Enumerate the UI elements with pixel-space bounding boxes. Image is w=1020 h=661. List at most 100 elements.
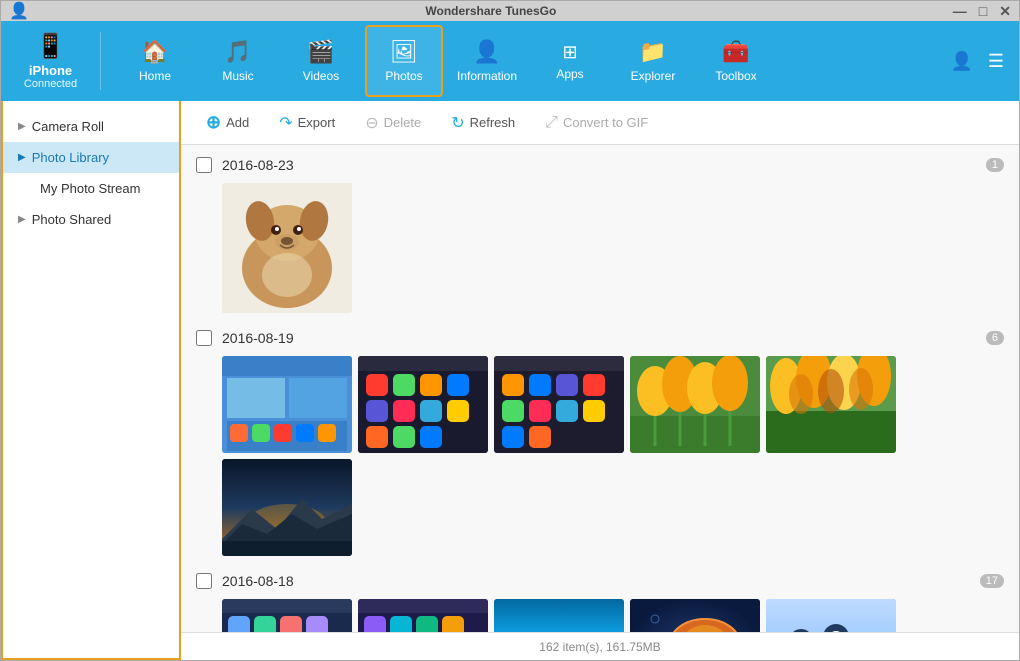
photo-ios2[interactable] (358, 599, 488, 632)
app-window: 👤 Wondershare TunesGo — □ ✕ 📱 iPhone Con… (0, 0, 1020, 661)
window-controls: — □ ✕ (953, 3, 1011, 20)
nav-apps[interactable]: ⊞ Apps (531, 25, 609, 97)
nav-photos-label: Photos (385, 69, 422, 83)
camera-roll-arrow: ▶ (18, 121, 26, 132)
add-button[interactable]: ⊕ Add (196, 108, 259, 137)
photo-sunset[interactable] (494, 599, 624, 632)
date-group-3-checkbox[interactable] (196, 573, 212, 589)
nav-home-label: Home (139, 69, 171, 83)
status-text: 162 item(s), 161.75MB (539, 640, 660, 654)
app-container: 📱 iPhone Connected 🏠 Home 🎵 Music 🎬 Vide… (1, 21, 1019, 660)
add-icon: ⊕ (206, 112, 221, 133)
date-group-2-label: 2016-08-19 (222, 330, 294, 346)
penguins1-svg (766, 599, 896, 632)
export-button[interactable]: ↷ Export (269, 109, 345, 137)
toolbar: ⊕ Add ↷ Export ⊖ Delete ↻ Refresh (181, 101, 1019, 145)
user-icon[interactable]: 👤 (9, 1, 29, 21)
close-button[interactable]: ✕ (999, 3, 1011, 20)
nav-home[interactable]: 🏠 Home (116, 25, 194, 97)
date-group-3-count: 17 (980, 574, 1004, 588)
device-status: Connected (24, 78, 77, 90)
device-name: iPhone (29, 63, 72, 78)
minimize-button[interactable]: — (953, 3, 967, 20)
maximize-button[interactable]: □ (979, 3, 987, 20)
nav-explorer-label: Explorer (631, 69, 676, 83)
apps-icon: ⊞ (562, 42, 577, 63)
device-section: 📱 iPhone Connected (11, 32, 101, 90)
photo-dog[interactable] (222, 183, 352, 313)
convert-label: Convert to GIF (563, 115, 648, 130)
nav-toolbox-label: Toolbox (715, 69, 756, 83)
sidebar-item-camera-roll-label: Camera Roll (32, 119, 104, 134)
date-group-2: 2016-08-19 6 (196, 328, 1004, 556)
photo-jellyfish[interactable] (630, 599, 760, 632)
sidebar-item-photo-library[interactable]: ▶ Photo Library (3, 142, 179, 173)
photos-content: 2016-08-23 1 (181, 145, 1019, 632)
window-title: Wondershare TunesGo (425, 4, 556, 18)
information-icon: 👤 (473, 39, 500, 65)
title-bar-icons: 👤 ☰ (950, 51, 1009, 72)
nav-photos[interactable]: 🖼 Photos (365, 25, 443, 97)
nav-information[interactable]: 👤 Information (448, 25, 526, 97)
tulips1-svg (630, 356, 760, 453)
delete-icon: ⊖ (365, 113, 378, 133)
photo-ios1[interactable] (222, 599, 352, 632)
photo-screenshot2[interactable] (358, 356, 488, 453)
add-label: Add (226, 115, 249, 130)
sidebar-item-camera-roll[interactable]: ▶ Camera Roll (3, 111, 179, 142)
photos-icon: 🖼 (390, 39, 418, 65)
nav-explorer[interactable]: 📁 Explorer (614, 25, 692, 97)
refresh-icon: ↻ (451, 113, 464, 133)
photo-rocks[interactable] (222, 459, 352, 556)
status-bar: 162 item(s), 161.75MB (181, 632, 1019, 660)
delete-button[interactable]: ⊖ Delete (355, 109, 431, 137)
delete-label: Delete (384, 115, 422, 130)
sidebar-item-my-photo-stream-label: My Photo Stream (40, 181, 140, 196)
device-phone-icon: 📱 (36, 32, 66, 61)
nav-apps-label: Apps (556, 67, 583, 81)
nav-videos[interactable]: 🎬 Videos (282, 25, 360, 97)
nav-information-label: Information (457, 69, 517, 83)
content-area: ▶ Camera Roll ▶ Photo Library My Photo S… (1, 101, 1019, 660)
date-group-2-checkbox[interactable] (196, 330, 212, 346)
refresh-label: Refresh (470, 115, 516, 130)
main-panel: ⊕ Add ↷ Export ⊖ Delete ↻ Refresh (181, 101, 1019, 660)
date-group-1-checkbox[interactable] (196, 157, 212, 173)
photo-screenshot1[interactable] (222, 356, 352, 453)
photo-library-arrow: ▶ (18, 152, 26, 163)
nav-videos-label: Videos (303, 69, 339, 83)
explorer-icon: 📁 (639, 39, 666, 65)
photo-tulips1[interactable] (630, 356, 760, 453)
photo-penguins1[interactable] (766, 599, 896, 632)
dog-photo-svg (222, 183, 352, 313)
menu-icon[interactable]: ☰ (988, 51, 1004, 72)
ios2-svg (358, 599, 488, 632)
photos-grid-3 (222, 599, 1004, 632)
photo-tulips2[interactable] (766, 356, 896, 453)
videos-icon: 🎬 (307, 39, 334, 65)
export-label: Export (298, 115, 336, 130)
top-nav: 📱 iPhone Connected 🏠 Home 🎵 Music 🎬 Vide… (1, 21, 1019, 101)
nav-toolbox[interactable]: 🧰 Toolbox (697, 25, 775, 97)
rocks-svg (222, 459, 352, 556)
date-group-3-label: 2016-08-18 (222, 573, 294, 589)
tulips2-svg (766, 356, 896, 453)
sidebar-item-photo-shared[interactable]: ▶ Photo Shared (3, 204, 179, 235)
photo-screenshot3[interactable] (494, 356, 624, 453)
date-header-1: 2016-08-23 1 (196, 155, 1004, 175)
nav-music[interactable]: 🎵 Music (199, 25, 277, 97)
jellyfish-svg (630, 599, 760, 632)
screenshot2-svg (358, 356, 488, 453)
convert-gif-button[interactable]: ⤢ Convert to GIF (535, 110, 658, 136)
ios1-svg (222, 599, 352, 632)
date-group-2-count: 6 (986, 331, 1004, 345)
sidebar: ▶ Camera Roll ▶ Photo Library My Photo S… (1, 101, 181, 660)
export-icon: ↷ (279, 113, 292, 133)
toolbox-icon: 🧰 (722, 39, 749, 65)
date-group-1-label: 2016-08-23 (222, 157, 294, 173)
user-account-icon[interactable]: 👤 (950, 51, 972, 72)
sidebar-item-my-photo-stream[interactable]: My Photo Stream (3, 173, 179, 204)
date-group-1: 2016-08-23 1 (196, 155, 1004, 313)
refresh-button[interactable]: ↻ Refresh (441, 109, 525, 137)
sidebar-item-photo-library-label: Photo Library (32, 150, 109, 165)
